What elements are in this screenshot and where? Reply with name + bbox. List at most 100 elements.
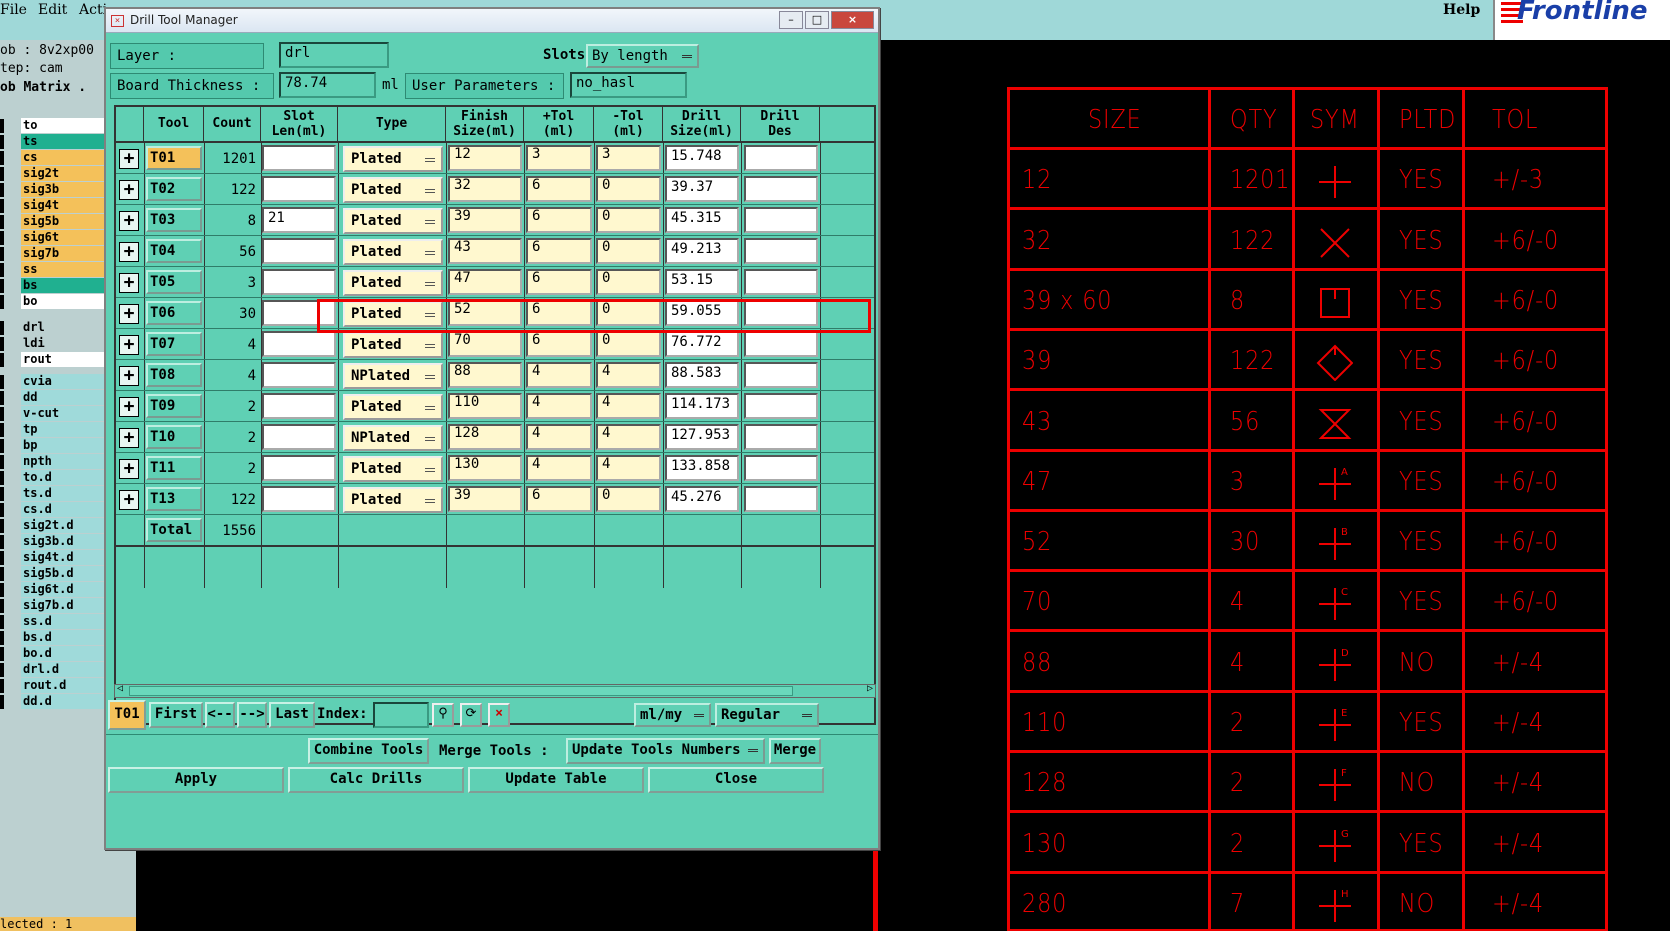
type-dropdown[interactable]: NPlated: [343, 425, 443, 451]
plus-tol-input[interactable]: 4: [526, 424, 592, 450]
layer-row[interactable]: bs.d: [0, 630, 104, 646]
layer-row[interactable]: ldi: [0, 336, 104, 352]
slot-length-input[interactable]: [262, 455, 336, 481]
tool-id[interactable]: T06: [146, 301, 202, 325]
menu-edit[interactable]: Edit: [38, 2, 67, 18]
layer-row[interactable]: to.d: [0, 470, 104, 486]
tool-id[interactable]: T13: [146, 487, 202, 511]
expand-icon[interactable]: +: [119, 304, 139, 324]
layer-name[interactable]: sig7b: [21, 246, 104, 261]
drill-size-input[interactable]: 45.276: [665, 486, 739, 512]
units-dropdown[interactable]: ml/my: [634, 703, 711, 727]
layer-row[interactable]: sig5b: [0, 214, 104, 230]
layer-name[interactable]: drl: [21, 320, 104, 335]
layer-name[interactable]: rout.d: [21, 678, 104, 693]
slot-length-input[interactable]: [262, 238, 336, 264]
type-dropdown[interactable]: Plated: [343, 208, 443, 234]
finish-size-input[interactable]: 39: [448, 486, 522, 512]
merge-button[interactable]: Merge: [769, 738, 821, 764]
layer-row[interactable]: rout: [0, 352, 104, 368]
layer-name[interactable]: dd: [21, 390, 104, 405]
layer-name[interactable]: sig6t.d: [21, 582, 104, 597]
finish-size-input[interactable]: 39: [448, 207, 522, 233]
layer-name[interactable]: drl.d: [21, 662, 104, 677]
minus-tol-input[interactable]: 0: [596, 331, 661, 357]
index-input[interactable]: [373, 702, 429, 728]
layer-row[interactable]: sig6t: [0, 230, 104, 246]
tool-id[interactable]: T10: [146, 425, 202, 449]
layer-name[interactable]: bp: [21, 438, 104, 453]
finish-size-input[interactable]: 70: [448, 331, 522, 357]
drill-size-input[interactable]: 53.15: [665, 269, 739, 295]
plus-tol-input[interactable]: 4: [526, 362, 592, 388]
layer-row[interactable]: sig7b: [0, 246, 104, 262]
delete-icon[interactable]: ×: [488, 703, 510, 727]
type-dropdown[interactable]: Plated: [343, 394, 443, 420]
next-button[interactable]: -->: [237, 702, 267, 728]
layer-row[interactable]: drl: [0, 320, 104, 336]
tool-id[interactable]: T05: [146, 270, 202, 294]
slot-length-input[interactable]: [262, 145, 336, 171]
layer-row[interactable]: sig2t.d: [0, 518, 104, 534]
type-dropdown[interactable]: NPlated: [343, 363, 443, 389]
finish-size-input[interactable]: 32: [448, 176, 522, 202]
finish-size-input[interactable]: 88: [448, 362, 522, 388]
expand-icon[interactable]: +: [119, 149, 139, 169]
drill-des-input[interactable]: [744, 331, 818, 357]
type-dropdown[interactable]: Plated: [343, 332, 443, 358]
minus-tol-input[interactable]: 0: [596, 176, 661, 202]
minus-tol-input[interactable]: 4: [596, 455, 661, 481]
finish-size-input[interactable]: 130: [448, 455, 522, 481]
layer-row[interactable]: dd: [0, 390, 104, 406]
tool-id[interactable]: T07: [146, 332, 202, 356]
menu-actions[interactable]: Acti: [79, 2, 107, 18]
plus-tol-input[interactable]: 6: [526, 331, 592, 357]
drill-des-input[interactable]: [744, 269, 818, 295]
type-dropdown[interactable]: Plated: [343, 487, 443, 513]
drill-size-input[interactable]: 49.213: [665, 238, 739, 264]
tool-id[interactable]: T01: [146, 146, 202, 170]
drill-size-input[interactable]: 15.748: [665, 145, 739, 171]
layer-name[interactable]: to.d: [21, 470, 104, 485]
plus-tol-input[interactable]: 3: [526, 145, 592, 171]
layer-row[interactable]: sig5b.d: [0, 566, 104, 582]
layer-name[interactable]: rout: [21, 352, 104, 367]
finish-size-input[interactable]: 43: [448, 238, 522, 264]
drill-size-input[interactable]: 39.37: [665, 176, 739, 202]
layer-row[interactable]: dd.d: [0, 694, 104, 710]
drill-size-input[interactable]: 133.858: [665, 455, 739, 481]
layer-name[interactable]: cs: [21, 150, 104, 165]
layer-name[interactable]: sig7b.d: [21, 598, 104, 613]
drill-size-input[interactable]: 45.315: [665, 207, 739, 233]
slot-length-input[interactable]: [262, 393, 336, 419]
drill-des-input[interactable]: [744, 486, 818, 512]
slot-length-input[interactable]: [262, 362, 336, 388]
minus-tol-input[interactable]: 4: [596, 393, 661, 419]
slot-length-input[interactable]: [262, 424, 336, 450]
maximize-button[interactable]: □: [805, 11, 829, 29]
mode-dropdown[interactable]: Regular: [715, 703, 819, 727]
layer-name[interactable]: cs.d: [21, 502, 104, 517]
layer-row[interactable]: cs.d: [0, 502, 104, 518]
minus-tol-input[interactable]: 0: [596, 238, 661, 264]
close-button[interactable]: Close: [648, 767, 824, 793]
layer-row[interactable]: v-cut: [0, 406, 104, 422]
layer-row[interactable]: cs: [0, 150, 104, 166]
layer-row[interactable]: sig7b.d: [0, 598, 104, 614]
layer-name[interactable]: bo.d: [21, 646, 104, 661]
minus-tol-input[interactable]: 4: [596, 362, 661, 388]
layer-row[interactable]: ss.d: [0, 614, 104, 630]
layer-row[interactable]: rout.d: [0, 678, 104, 694]
user-parameters-input[interactable]: no_hasl: [570, 72, 687, 98]
layer-name[interactable]: sig3b: [21, 182, 104, 197]
scrollbar-thumb[interactable]: [129, 686, 793, 696]
expand-icon[interactable]: +: [119, 273, 139, 293]
layer-row[interactable]: sig2t: [0, 166, 104, 182]
minus-tol-input[interactable]: 4: [596, 424, 661, 450]
layer-name[interactable]: to: [21, 118, 104, 133]
layer-name[interactable]: bs.d: [21, 630, 104, 645]
layer-name[interactable]: cvia: [21, 374, 104, 389]
layer-row[interactable]: drl.d: [0, 662, 104, 678]
layer-name[interactable]: ss: [21, 262, 104, 277]
tool-id[interactable]: T04: [146, 239, 202, 263]
